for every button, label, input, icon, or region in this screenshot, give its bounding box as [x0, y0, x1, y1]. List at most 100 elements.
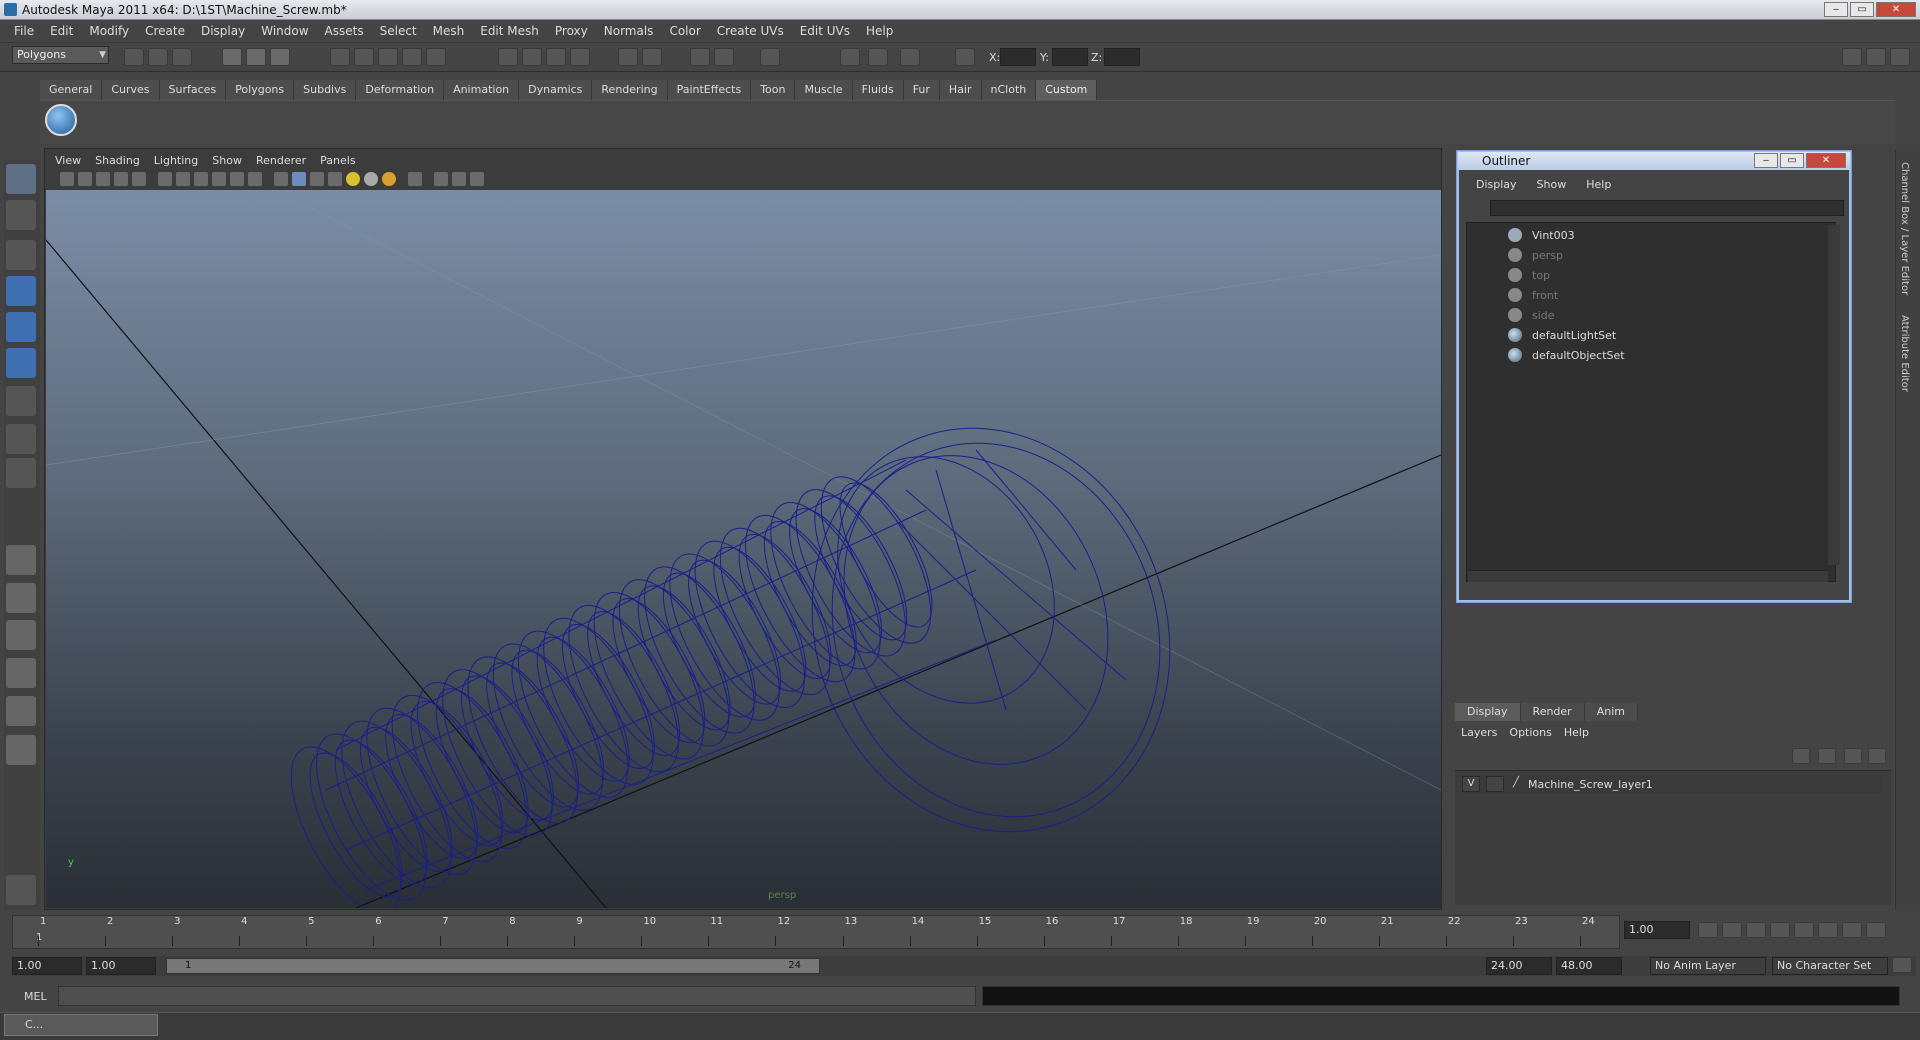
maximize-button[interactable]: ▭	[1850, 2, 1874, 17]
isolate-select-icon[interactable]	[408, 172, 422, 186]
dope-sheet-layout-icon[interactable]	[6, 735, 36, 765]
tab-anim[interactable]: Anim	[1584, 703, 1638, 721]
menu-proxy[interactable]: Proxy	[547, 24, 596, 38]
step-back-key-icon[interactable]	[1722, 922, 1742, 938]
move-layer-down-icon[interactable]	[1818, 748, 1836, 764]
outliner-maximize-button[interactable]: ▭	[1780, 153, 1804, 168]
default-lighting-icon[interactable]	[346, 172, 360, 186]
layer-color-icon[interactable]: ╱	[1510, 776, 1522, 792]
show-channel-box-icon[interactable]	[1842, 48, 1862, 66]
layer-menu-options[interactable]: Options	[1503, 726, 1557, 739]
menu-display[interactable]: Display	[193, 24, 253, 38]
open-scene-icon[interactable]	[148, 48, 168, 66]
outliner-item[interactable]: top	[1508, 266, 1550, 284]
xray-joints-icon[interactable]	[452, 172, 466, 186]
outliner-vertical-scrollbar[interactable]	[1828, 225, 1840, 565]
tab-general[interactable]: General	[40, 80, 103, 100]
save-scene-icon[interactable]	[172, 48, 192, 66]
tool-settings-icon[interactable]	[760, 48, 780, 66]
channel-box-icon[interactable]	[690, 48, 710, 66]
camera-attr-icon[interactable]	[78, 172, 92, 186]
last-tool-icon[interactable]	[6, 458, 36, 488]
render-settings-icon[interactable]	[570, 48, 590, 66]
menu-edit-mesh[interactable]: Edit Mesh	[472, 24, 547, 38]
tab-ncloth[interactable]: nCloth	[981, 80, 1037, 100]
hypershade-layout-icon[interactable]	[6, 696, 36, 726]
lasso-tool-icon[interactable]	[6, 200, 36, 230]
outliner-item[interactable]: Vint003	[1508, 226, 1575, 244]
layer-menu-layers[interactable]: Layers	[1455, 726, 1503, 739]
step-back-frame-icon[interactable]	[1746, 922, 1766, 938]
menu-select[interactable]: Select	[372, 24, 425, 38]
hypershade-icon[interactable]	[900, 48, 920, 66]
anim-start-field[interactable]: 1.00	[86, 957, 156, 975]
go-to-end-icon[interactable]	[1866, 922, 1886, 938]
single-pane-layout-icon[interactable]	[6, 545, 36, 575]
go-to-start-icon[interactable]	[1698, 922, 1718, 938]
play-forwards-icon[interactable]	[1794, 922, 1814, 938]
tab-painteffects[interactable]: PaintEffects	[667, 80, 752, 100]
outliner-item[interactable]: persp	[1508, 246, 1563, 264]
tab-surfaces[interactable]: Surfaces	[159, 80, 227, 100]
outliner-horizontal-scrollbar[interactable]	[1468, 570, 1828, 582]
move-tool-icon[interactable]	[6, 276, 36, 306]
ipr-render-icon[interactable]	[546, 48, 566, 66]
soft-mod-icon[interactable]	[6, 424, 36, 454]
absolute-transform-icon[interactable]	[955, 48, 975, 66]
select-hierarchy-icon[interactable]	[222, 48, 242, 66]
select-component-icon[interactable]	[270, 48, 290, 66]
panel-menu-show[interactable]: Show	[205, 154, 249, 167]
layer-menu-help[interactable]: Help	[1558, 726, 1595, 739]
checkmark-shelf-icon[interactable]	[45, 104, 77, 136]
new-layer-icon[interactable]	[1844, 748, 1862, 764]
tab-curves[interactable]: Curves	[102, 80, 160, 100]
snap-grid-icon[interactable]	[330, 48, 350, 66]
show-tool-settings-icon[interactable]	[1866, 48, 1886, 66]
x-ray-icon[interactable]	[434, 172, 448, 186]
mel-input-field[interactable]	[58, 986, 976, 1006]
safe-action-icon[interactable]	[230, 172, 244, 186]
tab-hair[interactable]: Hair	[939, 80, 982, 100]
move-layer-up-icon[interactable]	[1792, 748, 1810, 764]
z-field[interactable]	[1104, 48, 1140, 66]
menu-file[interactable]: File	[6, 24, 42, 38]
tab-fur[interactable]: Fur	[903, 80, 940, 100]
render-current-icon[interactable]	[522, 48, 542, 66]
tab-display[interactable]: Display	[1455, 703, 1521, 721]
start-time-field[interactable]: 1.00	[12, 957, 82, 975]
image-plane-icon[interactable]	[114, 172, 128, 186]
render-view-icon[interactable]	[868, 48, 888, 66]
layer-visibility-toggle[interactable]: V	[1462, 776, 1480, 792]
field-chart-icon[interactable]	[212, 172, 226, 186]
playback-range-slider[interactable]: 1 24	[166, 958, 820, 974]
bookmark-icon[interactable]	[96, 172, 110, 186]
3d-viewport-persp[interactable]: persp y	[46, 190, 1441, 908]
menu-modify[interactable]: Modify	[81, 24, 137, 38]
wireframe-on-shaded-icon[interactable]	[310, 172, 324, 186]
outliner-item[interactable]: front	[1508, 286, 1558, 304]
panel-menu-panels[interactable]: Panels	[313, 154, 362, 167]
tab-subdivs[interactable]: Subdivs	[294, 80, 357, 100]
camera-select-icon[interactable]	[60, 172, 74, 186]
outliner-menu-show[interactable]: Show	[1527, 178, 1577, 191]
end-time-field[interactable]: 48.00	[1556, 957, 1622, 975]
tab-rendering[interactable]: Rendering	[592, 80, 668, 100]
snap-point-icon[interactable]	[378, 48, 398, 66]
x-field[interactable]	[1000, 48, 1036, 66]
hud-icon[interactable]	[470, 172, 484, 186]
outliner-menu-help[interactable]: Help	[1576, 178, 1621, 191]
textured-icon[interactable]	[328, 172, 342, 186]
outliner-filter-field[interactable]	[1490, 200, 1844, 216]
tab-dynamics[interactable]: Dynamics	[519, 80, 593, 100]
menu-edit-uvs[interactable]: Edit UVs	[792, 24, 858, 38]
tab-muscle[interactable]: Muscle	[795, 80, 853, 100]
layer-row[interactable]: V ╱ Machine_Screw_layer1	[1462, 775, 1882, 793]
outliner-menu-display[interactable]: Display	[1466, 178, 1527, 191]
input-line-icon[interactable]	[618, 48, 638, 66]
tab-animation[interactable]: Animation	[444, 80, 520, 100]
tab-render[interactable]: Render	[1520, 703, 1585, 721]
snap-curve-icon[interactable]	[354, 48, 374, 66]
scale-tool-icon[interactable]	[6, 348, 36, 378]
menu-mesh[interactable]: Mesh	[425, 24, 473, 38]
outliner-close-button[interactable]: ✕	[1806, 153, 1846, 168]
